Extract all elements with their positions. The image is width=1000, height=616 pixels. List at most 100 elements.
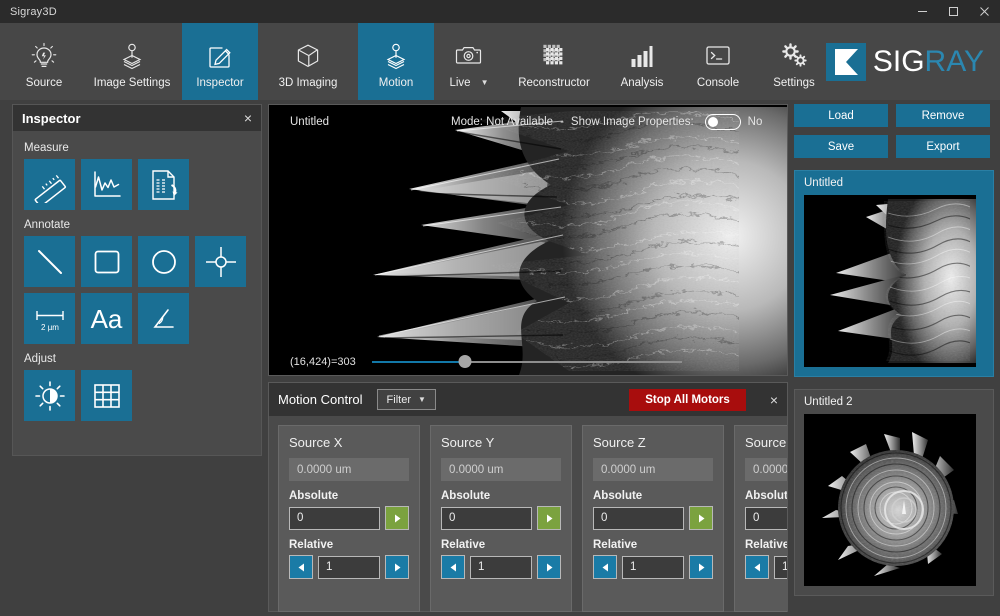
grid-overlay-tool[interactable] [81, 370, 132, 421]
minimize-button[interactable] [907, 0, 938, 23]
grid-icon [89, 378, 125, 414]
relative-decrement-button[interactable] [289, 555, 313, 579]
axis-name: Source Z [593, 435, 646, 450]
report-export-tool[interactable] [138, 159, 189, 210]
absolute-label: Absolute [289, 490, 339, 502]
scalebar-icon: 2 µm [30, 301, 70, 337]
inspector-title: Inspector [22, 110, 81, 126]
load-button[interactable]: Load [794, 104, 888, 127]
annotate-rectangle-tool[interactable] [81, 236, 132, 287]
relative-increment-button[interactable] [537, 555, 561, 579]
absolute-input[interactable]: 0 [593, 506, 684, 530]
axis-position-readout: 0.0000 um [289, 458, 409, 481]
absolute-label: Absolute [745, 490, 787, 502]
arrow-right-icon [392, 562, 403, 573]
absolute-go-button[interactable] [689, 506, 713, 530]
slider-fill [371, 361, 465, 363]
viewer-canvas[interactable] [269, 105, 787, 375]
thumbnail-image[interactable] [804, 195, 976, 367]
thumbnail-card[interactable]: Untitled 2 [794, 389, 994, 596]
relative-input[interactable]: 1 [470, 555, 532, 579]
play-arrow-icon [392, 513, 403, 524]
absolute-row: 0 [745, 506, 787, 530]
stop-all-motors-button[interactable]: Stop All Motors [629, 388, 746, 411]
group-label-measure: Measure [24, 142, 69, 154]
angle-icon [146, 301, 182, 337]
image-slider[interactable] [371, 355, 682, 369]
relative-label: Relative [441, 539, 486, 551]
arrow-right-icon [696, 562, 707, 573]
inspector-body: Measure Annotate 2 µm Aa Adjust [13, 131, 261, 439]
relative-input[interactable]: 1 [622, 555, 684, 579]
toolbar-item-3d-imaging[interactable]: 3D Imaging [258, 23, 358, 100]
pixel-coordinate-readout: (16,424)=303 [290, 356, 356, 368]
maximize-button[interactable] [938, 0, 969, 23]
save-button[interactable]: Save [794, 135, 888, 158]
chevron-down-icon[interactable]: ▼ [481, 78, 489, 87]
absolute-label: Absolute [441, 490, 491, 502]
slider-thumb[interactable] [458, 355, 472, 368]
absolute-input[interactable]: 0 [441, 506, 532, 530]
relative-increment-button[interactable] [385, 555, 409, 579]
toolbar-item-reconstructor[interactable]: Reconstructor [504, 23, 604, 100]
annotate-crosshair-tool[interactable] [195, 236, 246, 287]
relative-increment-button[interactable] [689, 555, 713, 579]
axis-name: Source X [289, 435, 343, 450]
annotate-angle-tool[interactable] [138, 293, 189, 344]
inspector-header: Inspector × [13, 105, 261, 131]
toolbar-item-analysis[interactable]: Analysis [604, 23, 680, 100]
ruler-measure-tool[interactable] [24, 159, 75, 210]
thumbnail-card[interactable]: Untitled [794, 170, 994, 377]
annotate-text-tool[interactable]: Aa [81, 293, 132, 344]
toolbar-item-source[interactable]: Source [6, 23, 82, 100]
relative-decrement-button[interactable] [745, 555, 769, 579]
image-viewer[interactable]: Untitled Mode: Not Available - Show Imag… [268, 104, 788, 376]
line-profile-tool[interactable] [81, 159, 132, 210]
relative-decrement-button[interactable] [593, 555, 617, 579]
export-button[interactable]: Export [896, 135, 990, 158]
measure-tool-group [24, 159, 250, 210]
toolbar-label: Live [449, 76, 471, 89]
axis-position-readout: 0.0000 um [441, 458, 561, 481]
motion-control-title: Motion Control [278, 392, 363, 407]
toolbar-label: Analysis [620, 76, 664, 89]
toolbar-item-motion[interactable]: Motion [358, 23, 434, 100]
bar-chart-icon [628, 39, 656, 73]
relative-label: Relative [745, 539, 787, 551]
absolute-input[interactable]: 0 [745, 506, 787, 530]
axis-name: Source Y [441, 435, 495, 450]
relative-input[interactable]: 1 [318, 555, 380, 579]
show-image-properties-toggle[interactable] [704, 114, 741, 130]
relative-input[interactable]: 1 [774, 555, 787, 579]
ruler-icon [32, 167, 68, 203]
app-title: Sigray3D [10, 5, 57, 18]
sigray-logo: SIGRAY [825, 42, 984, 81]
relative-decrement-button[interactable] [441, 555, 465, 579]
arrow-left-icon [600, 562, 611, 573]
thumbnail-image[interactable] [804, 414, 976, 586]
thumbnail-list: Untitled Untitled 2 [794, 170, 994, 596]
voxel-cube-icon [538, 39, 570, 73]
toolbar-item-inspector[interactable]: Inspector [182, 23, 258, 100]
joystick-icon [380, 39, 412, 73]
annotate-scalebar-tool[interactable]: 2 µm [24, 293, 75, 344]
close-icon[interactable]: × [244, 111, 252, 125]
toolbar-item-image-settings[interactable]: Image Settings [82, 23, 182, 100]
adjust-tool-group [24, 370, 250, 421]
absolute-go-button[interactable] [537, 506, 561, 530]
annotate-ellipse-tool[interactable] [138, 236, 189, 287]
absolute-input[interactable]: 0 [289, 506, 380, 530]
group-label-adjust: Adjust [24, 353, 56, 365]
absolute-row: 0 [289, 506, 409, 530]
toolbar-item-settings[interactable]: Settings [756, 23, 832, 100]
toolbar-item-live[interactable]: Live ▼ [434, 23, 504, 100]
annotate-line-tool[interactable] [24, 236, 75, 287]
brightness-contrast-tool[interactable] [24, 370, 75, 421]
toolbar-item-console[interactable]: Console [680, 23, 756, 100]
filter-dropdown[interactable]: Filter ▼ [376, 389, 436, 410]
absolute-go-button[interactable] [385, 506, 409, 530]
remove-button[interactable]: Remove [896, 104, 990, 127]
thumbnail-title: Untitled [804, 177, 843, 189]
close-icon[interactable]: × [770, 392, 778, 408]
close-button[interactable] [969, 0, 1000, 23]
